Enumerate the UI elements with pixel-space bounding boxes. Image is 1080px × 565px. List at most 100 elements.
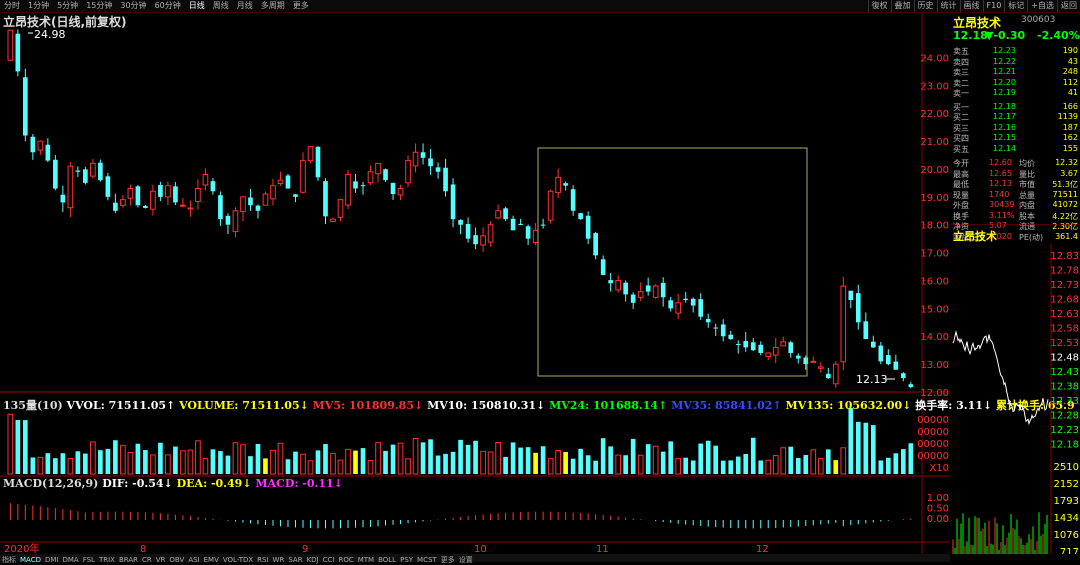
indicator-tab[interactable]: RSI bbox=[255, 556, 270, 564]
candle-body bbox=[443, 167, 448, 192]
candle-body bbox=[180, 204, 186, 207]
stat-label: 现量 bbox=[953, 190, 969, 200]
tool-button[interactable]: +自选 bbox=[1027, 0, 1057, 12]
volume-bar bbox=[863, 422, 869, 474]
tool-button[interactable]: 标记 bbox=[1004, 0, 1027, 12]
bid-price: 12.16 bbox=[993, 122, 1016, 132]
indicator-tab[interactable]: MACD bbox=[18, 556, 43, 564]
quote-change: ▼-0.30 bbox=[985, 29, 1026, 42]
indicator-tab[interactable]: 更多 bbox=[439, 556, 457, 564]
volume-bar bbox=[728, 460, 734, 474]
candle-body bbox=[218, 195, 223, 220]
tool-button[interactable]: 返回 bbox=[1057, 0, 1080, 12]
volume-bar bbox=[218, 451, 223, 474]
indicator-tab[interactable]: BRAR bbox=[117, 556, 140, 564]
volume-bar bbox=[840, 447, 847, 475]
stat-label: 外盘 bbox=[953, 201, 969, 210]
candle-body bbox=[165, 185, 171, 198]
candle-body bbox=[563, 183, 568, 186]
candle-body bbox=[315, 146, 321, 178]
indicator-tab[interactable]: VOL-TDX bbox=[221, 556, 255, 564]
indicator-tab[interactable]: KDJ bbox=[305, 556, 321, 564]
volume-bar bbox=[383, 450, 388, 474]
candle-body bbox=[450, 184, 456, 220]
candle-body bbox=[750, 342, 756, 351]
bid-price: 12.17 bbox=[993, 112, 1016, 121]
volume-bar bbox=[713, 445, 719, 474]
candle-body bbox=[795, 355, 801, 359]
ask-volume: 112 bbox=[1062, 77, 1078, 87]
kline-chart[interactable]: 24.00 23.00 22.00 21.00 20.00 19.00 18.00 17.00… bbox=[0, 0, 950, 554]
candle-body bbox=[330, 218, 336, 222]
intraday-price-tick: 12.33 bbox=[1050, 396, 1079, 407]
tool-button[interactable]: 画线 bbox=[959, 0, 983, 12]
stat-label: 量比 bbox=[1019, 169, 1035, 179]
candle-body bbox=[758, 344, 764, 353]
volume-bar bbox=[900, 449, 906, 474]
volume-bar bbox=[825, 449, 831, 474]
candle-body bbox=[300, 160, 306, 193]
indicator-tab[interactable]: DMA bbox=[60, 556, 80, 564]
candle-body bbox=[630, 294, 636, 303]
candle-body bbox=[412, 151, 419, 167]
candle-body bbox=[698, 299, 704, 317]
candles bbox=[7, 29, 914, 389]
indicator-tab[interactable]: MTM bbox=[356, 556, 376, 564]
stat-value: 1740 bbox=[989, 189, 1010, 199]
macd-tick-label: 1.00 bbox=[927, 493, 949, 504]
volume-bar bbox=[240, 444, 246, 475]
month-label: 9 bbox=[302, 544, 308, 554]
candle-body bbox=[817, 366, 824, 369]
candle-body bbox=[540, 224, 546, 226]
indicator-tab[interactable]: CCI bbox=[321, 556, 337, 564]
candle-body bbox=[337, 199, 344, 218]
candle-body bbox=[532, 229, 539, 243]
volume-bar bbox=[277, 442, 284, 475]
volume-bar bbox=[878, 460, 884, 474]
indicator-tab[interactable]: ASI bbox=[186, 556, 201, 564]
indicator-tab[interactable]: PSY bbox=[398, 556, 415, 564]
indicator-tab[interactable]: DMI bbox=[43, 556, 61, 564]
volume-bar bbox=[127, 452, 134, 475]
ask-price: 12.20 bbox=[993, 77, 1016, 87]
ask-price: 12.22 bbox=[993, 56, 1016, 66]
candle-body bbox=[90, 162, 96, 177]
intraday-price-tick: 12.83 bbox=[1050, 251, 1079, 262]
candle-body bbox=[735, 344, 741, 346]
tool-button[interactable]: F10 bbox=[982, 0, 1005, 12]
candle-body bbox=[255, 205, 261, 211]
indicator-tab[interactable]: 设置 bbox=[457, 556, 475, 564]
macd-name: MACD(12,26,9) bbox=[3, 477, 99, 490]
indicator-tab[interactable]: SAR bbox=[286, 556, 304, 564]
indicator-tab[interactable]: TRIX bbox=[97, 556, 117, 564]
candle-body bbox=[435, 167, 441, 172]
indicator-tab[interactable]: CR bbox=[140, 556, 154, 564]
volume-bar bbox=[772, 455, 779, 475]
indicator-tab[interactable]: OBV bbox=[167, 556, 186, 564]
indicator-tab[interactable]: WR bbox=[271, 556, 287, 564]
indicator-tab[interactable]: FSL bbox=[81, 556, 97, 564]
volume-bar bbox=[150, 454, 156, 475]
price-tick-label: 13.00 bbox=[920, 360, 949, 371]
candle-body bbox=[893, 361, 899, 370]
candle-body bbox=[578, 213, 583, 220]
volume-bar bbox=[412, 437, 419, 475]
price-tick-label: 24.00 bbox=[920, 53, 949, 64]
candle-body bbox=[98, 162, 103, 181]
intraday-chart[interactable]: 12.83 12.78 12.73 12.68 12.63 12.58 12.53 12.48… bbox=[951, 224, 1080, 554]
volume-bar bbox=[668, 441, 674, 474]
indicator-tab[interactable]: ROC bbox=[336, 556, 355, 564]
candle-body bbox=[307, 146, 314, 162]
candle-body bbox=[37, 140, 44, 151]
stat-label: 最低 bbox=[953, 180, 969, 189]
indicator-tab[interactable]: 指标 bbox=[0, 556, 18, 564]
indicator-tab[interactable]: BOLL bbox=[376, 556, 398, 564]
volume-bar bbox=[307, 460, 314, 475]
intraday-price-tick: 12.38 bbox=[1050, 382, 1079, 393]
ask-volume: 43 bbox=[1067, 56, 1078, 66]
volume-bar bbox=[83, 453, 88, 474]
indicator-tab[interactable]: MCST bbox=[415, 556, 439, 564]
indicator-tab[interactable]: VR bbox=[154, 556, 168, 564]
indicator-tab[interactable]: EMV bbox=[202, 556, 221, 564]
intraday-vol-tick: 717 bbox=[1060, 547, 1079, 554]
